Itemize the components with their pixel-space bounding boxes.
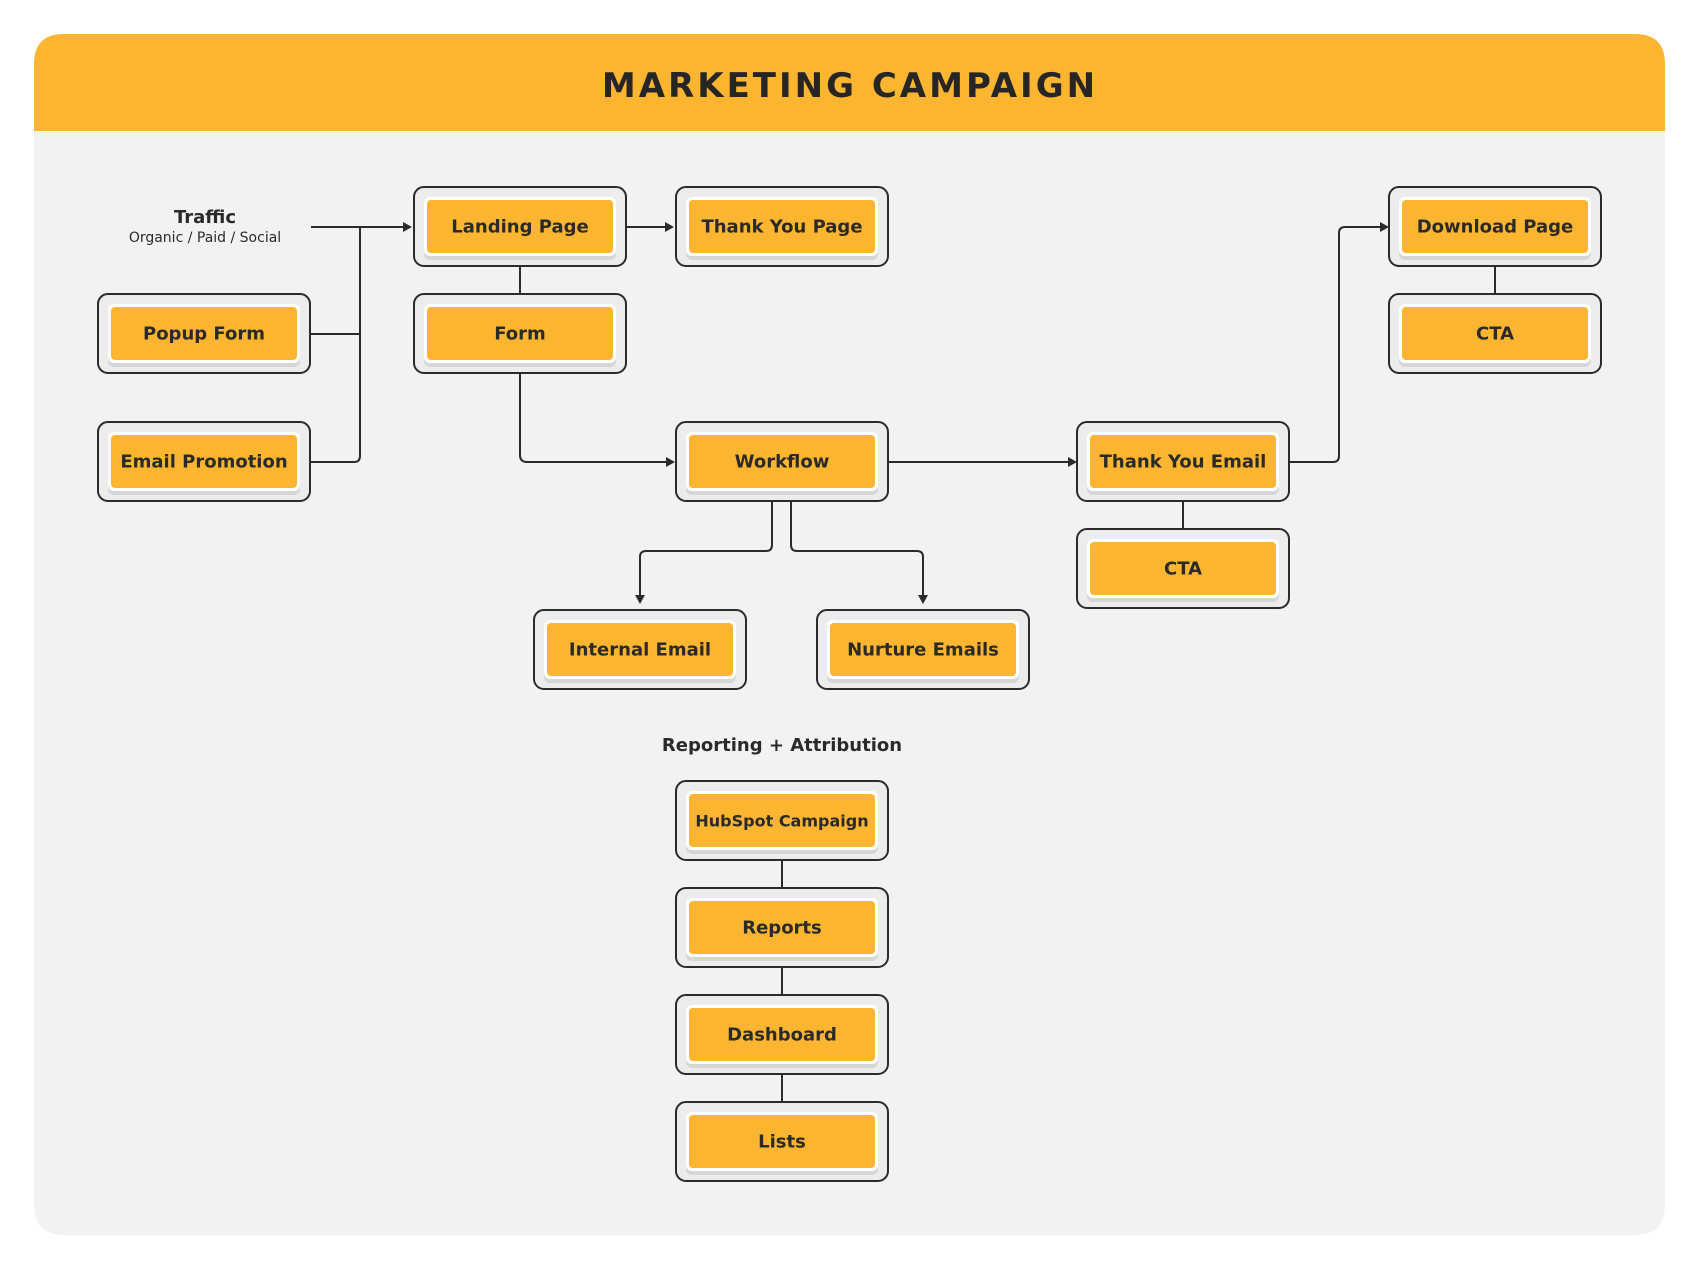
traffic-subtitle: Organic / Paid / Social: [129, 230, 281, 246]
node-landing-page[interactable]: Landing Page: [413, 186, 627, 267]
node-lists[interactable]: Lists: [675, 1101, 889, 1182]
node-label: Popup Form: [143, 324, 265, 345]
node-reports[interactable]: Reports: [675, 887, 889, 968]
node-label: Download Page: [1417, 217, 1574, 238]
node-label: Landing Page: [451, 217, 588, 238]
marketing-campaign-diagram: MARKETING CAMPAIGN Traffic Organic / Pai…: [34, 34, 1665, 1235]
node-label: Email Promotion: [120, 452, 287, 473]
node-internal-email[interactable]: Internal Email: [533, 609, 747, 690]
node-label: Nurture Emails: [847, 640, 999, 661]
node-popup-form[interactable]: Popup Form: [97, 293, 311, 374]
node-cta-download[interactable]: CTA: [1388, 293, 1602, 374]
node-label: HubSpot Campaign: [695, 812, 868, 831]
node-label: Lists: [758, 1132, 806, 1153]
node-cta-email[interactable]: CTA: [1076, 528, 1290, 609]
node-label: Reports: [742, 918, 822, 939]
node-thank-you-page[interactable]: Thank You Page: [675, 186, 889, 267]
node-workflow[interactable]: Workflow: [675, 421, 889, 502]
node-label: Thank You Page: [701, 217, 862, 238]
node-hubspot-campaign[interactable]: HubSpot Campaign: [675, 780, 889, 861]
node-email-promotion[interactable]: Email Promotion: [97, 421, 311, 502]
node-form[interactable]: Form: [413, 293, 627, 374]
page-title: MARKETING CAMPAIGN: [602, 66, 1098, 106]
node-label: Dashboard: [727, 1025, 837, 1046]
node-label: Internal Email: [569, 640, 711, 661]
node-label: CTA: [1164, 559, 1202, 580]
node-label: Workflow: [735, 452, 830, 473]
node-nurture-emails[interactable]: Nurture Emails: [816, 609, 1030, 690]
traffic-title: Traffic: [174, 207, 236, 228]
reporting-attribution-label: Reporting + Attribution: [662, 735, 902, 756]
node-thank-you-email[interactable]: Thank You Email: [1076, 421, 1290, 502]
node-dashboard[interactable]: Dashboard: [675, 994, 889, 1075]
node-label: Thank You Email: [1100, 452, 1267, 473]
node-label: CTA: [1476, 324, 1514, 345]
node-download-page[interactable]: Download Page: [1388, 186, 1602, 267]
node-label: Form: [494, 324, 546, 345]
